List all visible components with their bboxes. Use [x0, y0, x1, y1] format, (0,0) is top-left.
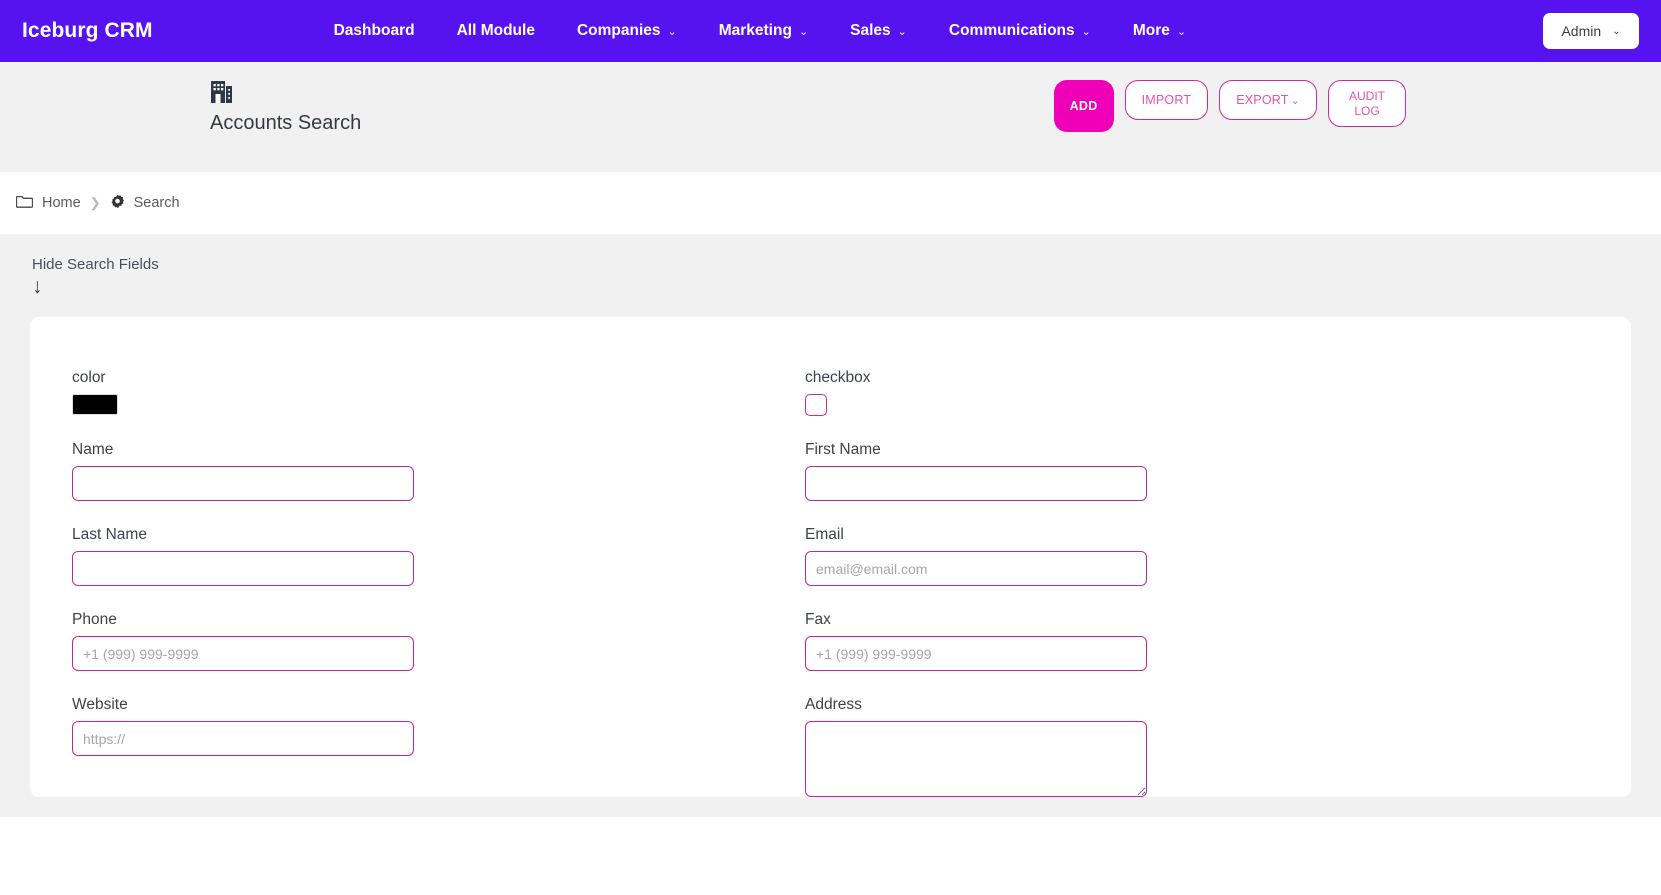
- fax-input[interactable]: [805, 636, 1147, 671]
- import-label: IMPORT: [1141, 93, 1192, 107]
- audit-log-label-line1: AUDIT: [1349, 88, 1385, 103]
- field-label-last-name: Last Name: [72, 526, 147, 543]
- audit-log-button[interactable]: AUDIT LOG: [1328, 80, 1406, 127]
- breadcrumb-search-label: Search: [133, 195, 180, 211]
- field-email: Email: [805, 526, 1589, 586]
- field-label-website: Website: [72, 696, 128, 713]
- export-button[interactable]: EXPORT ⌄: [1219, 80, 1317, 120]
- color-picker-input[interactable]: [72, 394, 118, 415]
- search-panel: Hide Search Fields ↓ color checkbox Name…: [0, 234, 1661, 817]
- email-input[interactable]: [805, 551, 1147, 586]
- field-label-address: Address: [805, 696, 862, 713]
- chevron-down-icon: ⌄: [1612, 25, 1621, 37]
- field-label-name: Name: [72, 441, 114, 458]
- chevron-down-icon: ⌄: [1081, 25, 1091, 38]
- nav-label: Sales: [850, 22, 891, 39]
- phone-input[interactable]: [72, 636, 414, 671]
- chevron-down-icon: ⌄: [798, 25, 809, 38]
- nav-item-sales[interactable]: Sales ⌄: [829, 22, 928, 40]
- field-name: Name: [72, 441, 805, 501]
- field-label-email: Email: [805, 526, 844, 543]
- field-label-fax: Fax: [805, 611, 831, 628]
- last-name-input[interactable]: [72, 551, 414, 586]
- nav-item-dashboard[interactable]: Dashboard: [313, 22, 436, 40]
- nav-label: Marketing: [718, 22, 792, 39]
- main-nav: Dashboard All Module Companies ⌄ Marketi…: [313, 22, 1208, 40]
- nav-label: More: [1132, 22, 1170, 39]
- nav-label: Dashboard: [333, 22, 415, 39]
- nav-label: All Module: [456, 22, 535, 39]
- search-form-grid: color checkbox Name First Name Last Name: [72, 369, 1589, 797]
- checkbox-input[interactable]: [805, 394, 827, 416]
- breadcrumb-item-home[interactable]: Home: [15, 194, 81, 212]
- chevron-down-icon: ⌄: [667, 25, 677, 38]
- search-form-card: color checkbox Name First Name Last Name: [30, 317, 1631, 797]
- field-fax: Fax: [805, 611, 1589, 671]
- nav-label: Companies: [576, 22, 661, 39]
- page-header-band: Accounts Search ADD IMPORT EXPORT ⌄ AUDI…: [0, 62, 1661, 172]
- admin-label: Admin: [1561, 23, 1602, 39]
- field-label-color: color: [72, 369, 106, 386]
- nav-item-all-module[interactable]: All Module: [436, 22, 556, 40]
- chevron-down-icon: ⌄: [1176, 25, 1187, 38]
- field-label-checkbox: checkbox: [805, 369, 871, 386]
- field-first-name: First Name: [805, 441, 1589, 501]
- export-label: EXPORT: [1236, 93, 1289, 107]
- building-icon: [210, 79, 361, 110]
- name-input[interactable]: [72, 466, 414, 501]
- gear-icon: [110, 194, 125, 213]
- audit-log-label-line2: LOG: [1354, 103, 1380, 118]
- field-color: color: [72, 369, 805, 416]
- website-input[interactable]: [72, 721, 414, 756]
- nav-item-communications[interactable]: Communications ⌄: [928, 22, 1112, 40]
- top-navbar: Iceburg CRM Dashboard All Module Compani…: [0, 0, 1661, 62]
- nav-item-companies[interactable]: Companies ⌄: [556, 22, 698, 40]
- admin-menu-button[interactable]: Admin ⌄: [1543, 13, 1639, 49]
- field-label-phone: Phone: [72, 611, 117, 628]
- field-address: Address: [805, 696, 1589, 797]
- app-brand[interactable]: Iceburg CRM: [22, 19, 153, 43]
- breadcrumb-home-label: Home: [42, 195, 81, 211]
- hide-search-fields-toggle[interactable]: Hide Search Fields ↓: [32, 256, 159, 298]
- field-label-first-name: First Name: [805, 441, 881, 458]
- import-button[interactable]: IMPORT: [1124, 80, 1209, 120]
- breadcrumb-item-search[interactable]: Search: [110, 194, 180, 213]
- page-action-buttons: ADD IMPORT EXPORT ⌄ AUDIT LOG: [1053, 80, 1406, 132]
- page-title: Accounts Search: [210, 112, 362, 134]
- field-website: Website: [72, 696, 805, 797]
- field-checkbox: checkbox: [805, 369, 1589, 416]
- field-phone: Phone: [72, 611, 805, 671]
- hide-search-fields-label: Hide Search Fields: [32, 256, 159, 273]
- breadcrumb: Home ❯ Search: [0, 172, 1661, 234]
- nav-item-more[interactable]: More ⌄: [1112, 22, 1207, 40]
- address-textarea[interactable]: [805, 721, 1147, 797]
- field-last-name: Last Name: [72, 526, 805, 586]
- add-button[interactable]: ADD: [1053, 80, 1114, 132]
- folder-icon: [15, 194, 34, 212]
- nav-item-marketing[interactable]: Marketing ⌄: [698, 22, 829, 40]
- nav-label: Communications: [948, 22, 1075, 39]
- breadcrumb-separator-icon: ❯: [89, 195, 101, 210]
- arrow-down-icon: ↓: [32, 275, 43, 298]
- chevron-down-icon: ⌄: [1290, 94, 1300, 107]
- first-name-input[interactable]: [805, 466, 1147, 501]
- chevron-down-icon: ⌄: [897, 25, 907, 38]
- page-title-block: Accounts Search: [210, 79, 361, 135]
